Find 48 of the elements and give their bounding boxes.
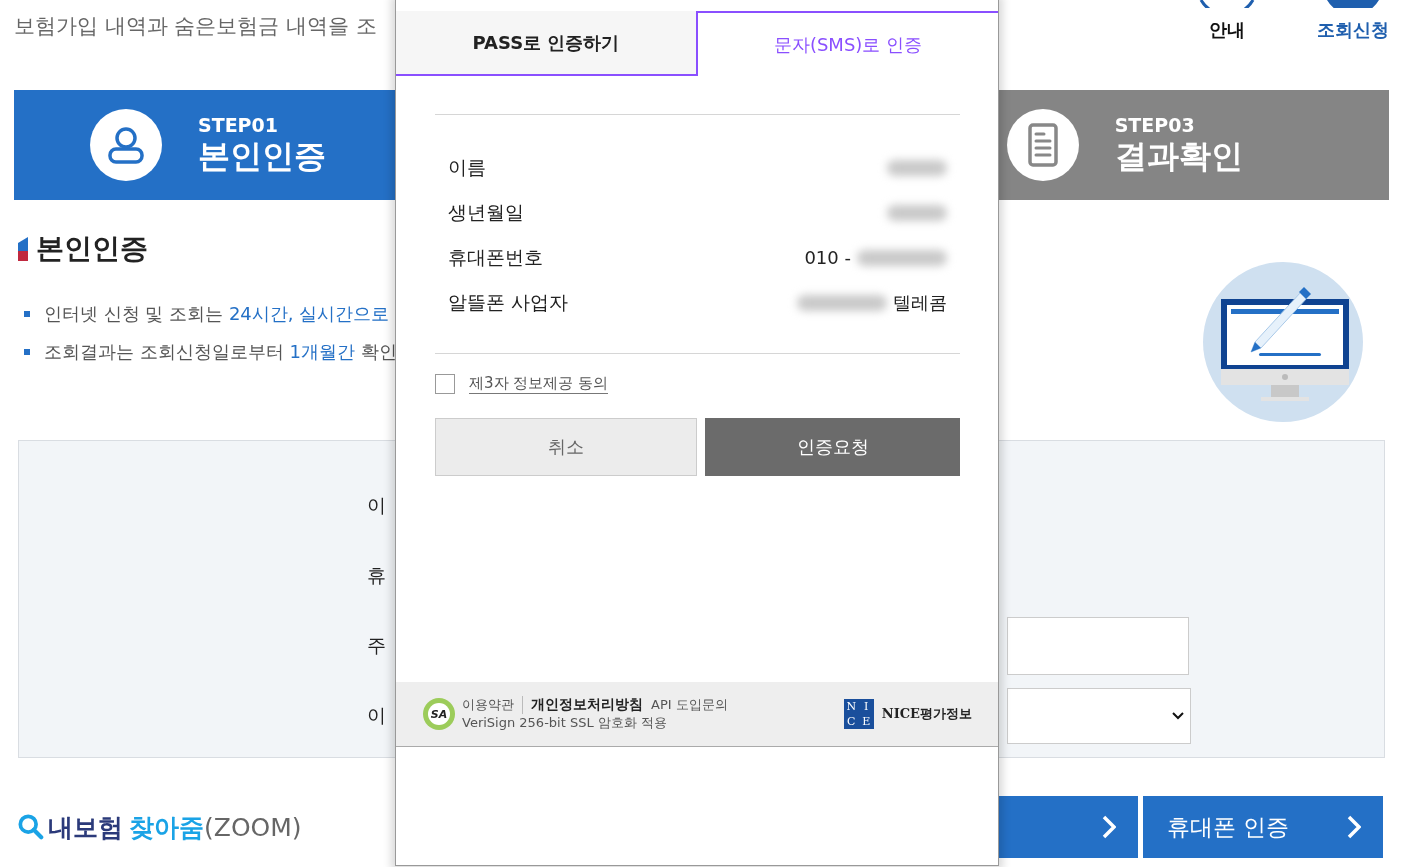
intro-text: 보험가입 내역과 숨은보험금 내역을 조 <box>14 13 377 40</box>
nav-link[interactable]: 조회신청 <box>1317 0 1389 42</box>
step-title: 본인인증 <box>198 136 326 176</box>
note-text: 인터넷 신청 및 조회는 24시간, 실시간으로 <box>44 302 390 326</box>
security-badge-icon: SA <box>422 697 456 731</box>
bullet-icon <box>24 349 30 355</box>
brand-logo-text: 내보험 찾아줌(ZOOM) <box>48 811 302 844</box>
redacted-value <box>887 159 947 176</box>
footer-link[interactable]: 이용약관 <box>462 696 523 714</box>
field-label: 이름 <box>448 154 486 180</box>
brand-name: NICE평가정보 <box>881 705 972 723</box>
step-title: 결과확인 <box>1114 136 1243 176</box>
tab[interactable]: PASS로 인증하기 <box>396 11 696 76</box>
step-number: STEP01 <box>198 114 279 136</box>
input-field[interactable] <box>1007 617 1189 675</box>
search-icon <box>18 814 44 840</box>
person-icon <box>90 109 162 181</box>
footer-link[interactable]: 개인정보처리방침 <box>531 696 643 714</box>
note-text: 조회결과는 조회신청일로부터 1개월간 확인 <box>44 340 397 364</box>
nice-logo: N I C E <box>843 699 874 729</box>
field-label: 주 <box>367 633 387 658</box>
field-label: 이 <box>367 703 387 728</box>
document-icon <box>1006 109 1079 181</box>
action-button[interactable]: 휴대폰 인증 <box>1143 796 1383 858</box>
chevron-down-icon <box>1172 712 1184 720</box>
security-note: VeriSign 256-bit SSL 암호화 적용 <box>462 714 668 732</box>
checkbox[interactable] <box>435 374 455 394</box>
field-label: 휴대폰번호 <box>448 244 543 270</box>
field-label: 휴 <box>367 563 387 588</box>
nav-link[interactable]: 안내 <box>1197 0 1257 42</box>
chevron-right-icon <box>1102 815 1116 839</box>
consent-link[interactable]: 제3자 정보제공 동의 <box>469 374 609 394</box>
chevron-right-icon <box>1347 815 1361 839</box>
cancel-button[interactable]: 취소 <box>435 418 697 476</box>
request-button[interactable]: 인증요청 <box>705 418 960 476</box>
step-number: STEP03 <box>1114 114 1196 136</box>
field-value: 010 - <box>804 247 851 268</box>
section-title: 본인인증 <box>36 231 148 267</box>
field-label: 생년월일 <box>448 199 524 225</box>
field-label: 이 <box>367 493 387 518</box>
flag-icon <box>18 237 28 261</box>
redacted-value <box>887 204 947 221</box>
footer-link[interactable]: API 도입문의 <box>651 696 728 714</box>
field-label: 알뜰폰 사업자 <box>448 289 569 315</box>
tab[interactable]: 문자(SMS)로 인증 <box>696 11 998 76</box>
field-value: 텔레콤 <box>893 290 947 315</box>
select-field[interactable] <box>1007 688 1191 744</box>
bullet-icon <box>24 311 30 317</box>
